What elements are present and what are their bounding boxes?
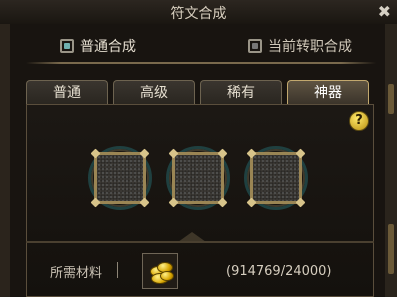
tab-artifact[interactable]: 神器 [287,80,369,104]
tab-normal[interactable]: 普通 [26,80,108,104]
right-frame-edge [384,24,397,297]
required-materials-label: 所需材料 [50,266,103,281]
close-icon[interactable]: ✖ [378,2,391,21]
material-separator [26,241,374,243]
rune-slot-2[interactable] [166,146,230,210]
rune-slot-1[interactable] [88,146,152,210]
slot-frame [172,152,224,204]
radio-icon [248,39,262,53]
tab-rare[interactable]: 稀有 [200,80,282,104]
material-quantity: (914769/24000) [226,264,332,279]
mode-normal-synthesis[interactable]: 普通合成 [60,36,136,56]
radio-selected-icon [60,39,74,53]
rune-slot-3[interactable] [244,146,308,210]
mode-divider [26,62,376,64]
mode-normal-label: 普通合成 [80,39,136,55]
slot-frame [94,152,146,204]
frame-ornament [388,224,394,274]
slot-frame [250,152,302,204]
label-divider [117,262,118,278]
mode-bar: 普通合成 当前转职合成 [10,28,385,66]
mode-current-job-synthesis[interactable]: 当前转职合成 [248,36,352,56]
tab-advanced[interactable]: 高级 [113,80,195,104]
material-slot[interactable] [142,253,178,289]
frame-ornament [388,84,394,114]
title-bar[interactable]: 符文合成 ✖ [0,0,397,25]
rune-synthesis-window: 符文合成 ✖ 普通合成 当前转职合成 普通 高级 稀有 神器 ? 所需材料 (9… [0,0,397,297]
rarity-tabs: 普通 高级 稀有 神器 [26,80,374,104]
mode-current-job-label: 当前转职合成 [268,39,352,55]
window-title: 符文合成 [170,6,227,22]
help-icon[interactable]: ? [349,111,369,131]
